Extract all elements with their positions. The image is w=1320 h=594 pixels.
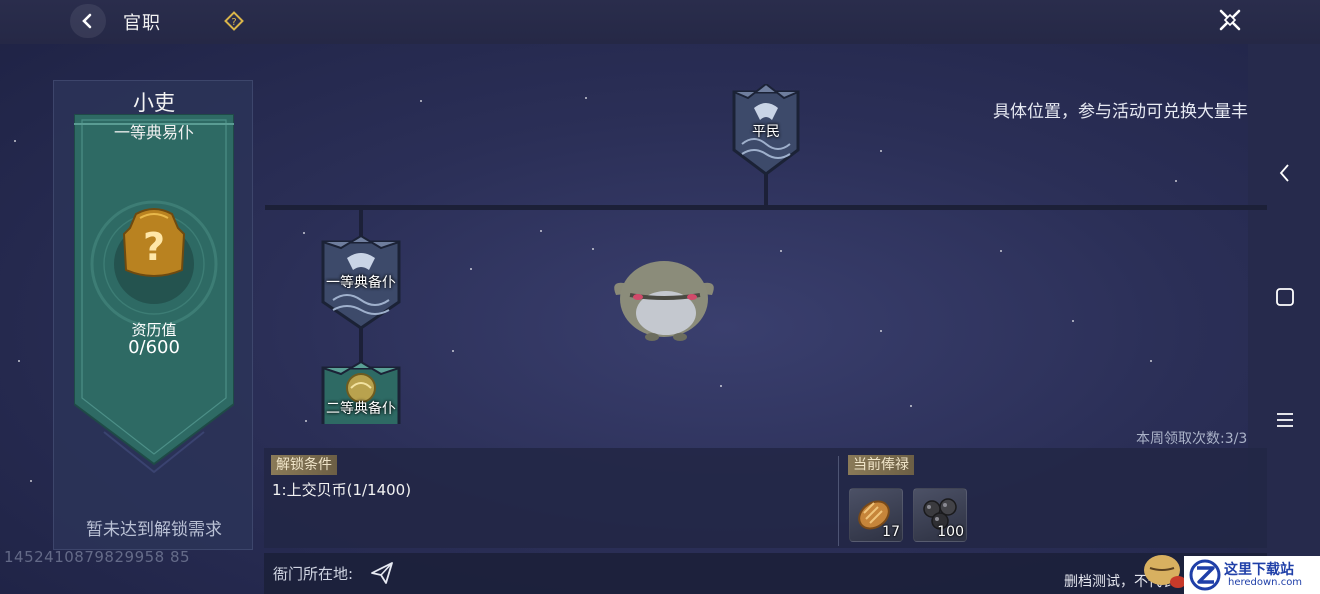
watermark-logo: 这里下载站 heredown.com xyxy=(1184,556,1320,594)
watermark-mascot-image xyxy=(1144,555,1186,588)
rank-node-label: 一等典备仆 xyxy=(326,275,396,291)
rank-node[interactable]: 平民 xyxy=(720,82,812,180)
watermark-name: 这里下载站 xyxy=(1224,562,1294,578)
back-button[interactable] xyxy=(70,4,106,38)
rank-node-label: 二等典备仆 xyxy=(326,401,396,417)
nav-menu-button[interactable] xyxy=(1272,407,1298,433)
mystery-seal-icon: ? xyxy=(122,208,186,277)
help-icon[interactable]: ? xyxy=(224,11,244,31)
nav-back-button[interactable] xyxy=(1272,160,1298,186)
qualification-value: 0/600 xyxy=(128,337,180,358)
salary-item-count: 17 xyxy=(882,524,900,540)
rank-node-label: 平民 xyxy=(752,124,780,140)
svg-text:?: ? xyxy=(143,225,165,269)
chevron-left-icon xyxy=(82,13,92,29)
weekly-claim-count: 本周领取次数:3/3 xyxy=(1136,431,1248,447)
close-icon[interactable] xyxy=(1216,6,1244,34)
salary-item[interactable]: 17 xyxy=(849,488,903,542)
salary-item[interactable]: 100 xyxy=(913,488,967,542)
chevron-left-icon xyxy=(1279,164,1289,182)
svg-text:?: ? xyxy=(231,17,236,28)
z-logo-icon xyxy=(1189,559,1221,591)
mascot-image xyxy=(614,261,714,341)
office-location-label: 衙门所在地: xyxy=(273,565,354,583)
scrolling-notice: 具体位置，参与活动可兑换大量丰厚奖励 xyxy=(993,102,1248,122)
rank-info-panel: 解锁条件 1:上交贝币(1/1400) 当前俸禄 17 100 xyxy=(264,448,1267,548)
nav-home-button[interactable] xyxy=(1272,284,1298,310)
salary-tag: 当前俸禄 xyxy=(848,455,914,475)
current-rank-panel: ? 小吏 一等典易仆 资历值 0/600 暂未达到解锁需求 xyxy=(53,80,253,550)
rank-node-current[interactable]: 二等典备仆 xyxy=(315,362,407,424)
square-icon xyxy=(1276,288,1294,306)
rank-subtitle: 一等典易仆 xyxy=(113,123,194,142)
rank-banner xyxy=(74,114,234,474)
unlock-status-message: 暂未达到解锁需求 xyxy=(86,520,222,540)
user-id: 1452410879829958 85 xyxy=(4,548,191,566)
page-title: 官职 xyxy=(123,13,161,34)
top-bar: 官职 ? xyxy=(0,0,1320,44)
unlock-condition-text: 1:上交贝币(1/1400) xyxy=(272,481,412,499)
menu-icon xyxy=(1277,413,1293,427)
rank-node[interactable]: 一等典备仆 xyxy=(315,234,407,332)
salary-item-count: 100 xyxy=(937,524,964,540)
watermark-url: heredown.com xyxy=(1228,577,1303,588)
tree-connector xyxy=(359,328,363,364)
unlock-condition-tag: 解锁条件 xyxy=(271,455,337,475)
panel-divider xyxy=(838,456,839,546)
rank-name: 小吏 xyxy=(133,91,175,115)
paper-plane-icon[interactable] xyxy=(370,561,394,585)
